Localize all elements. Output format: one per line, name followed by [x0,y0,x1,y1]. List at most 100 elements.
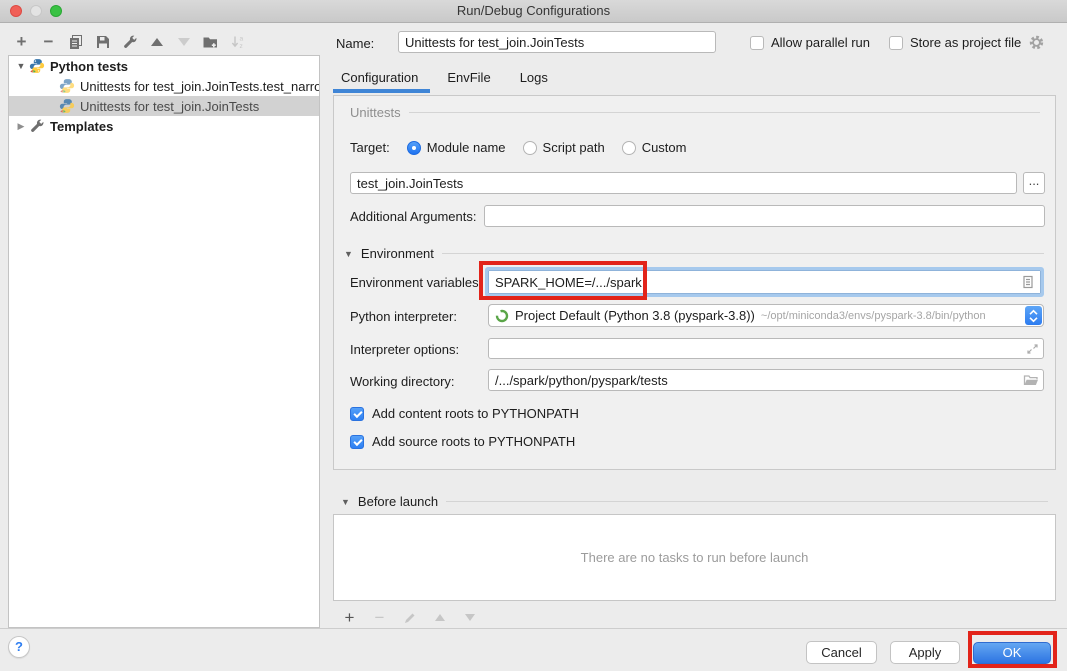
tree-item-test-narrow[interactable]: Unittests for test_join.JoinTests.test_n… [9,76,319,96]
checkbox-unchecked-icon[interactable] [750,36,764,50]
minus-icon: − [44,34,54,50]
checkbox-checked-icon[interactable] [350,407,364,421]
radio-unselected-icon[interactable] [622,141,636,155]
minus-icon: − [375,610,385,626]
svg-text:z: z [239,43,242,50]
before-launch-task-list[interactable]: There are no tasks to run before launch [333,514,1056,601]
target-radio-group: Target: Module name Script path Custom [350,140,686,155]
radio-unselected-icon[interactable] [523,141,537,155]
cancel-button[interactable]: Cancel [806,641,877,664]
apply-button[interactable]: Apply [890,641,960,664]
plus-icon: + [345,610,355,626]
python-test-icon [59,78,75,94]
allow-parallel-run-label: Allow parallel run [771,35,870,50]
help-button[interactable]: ? [8,636,30,658]
add-task-button[interactable]: + [341,609,358,626]
expand-field-icon[interactable] [1026,342,1039,355]
allow-parallel-run-checkbox[interactable]: Allow parallel run [750,35,870,50]
radio-selected-icon[interactable] [407,141,421,155]
edit-task-button[interactable] [401,609,418,626]
store-options-gear-button[interactable] [1028,34,1045,51]
dropdown-stepper-icon[interactable] [1025,306,1042,325]
environment-group-header[interactable]: ▼ Environment [344,246,1044,261]
radio-script-path-label: Script path [543,140,605,155]
title-bar: Run/Debug Configurations [0,0,1067,23]
working-directory-field [488,369,1044,391]
unittests-group-header: Unittests [350,105,1040,120]
tree-item-label: Python tests [50,59,128,74]
store-as-project-file-checkbox[interactable]: Store as project file [889,35,1021,50]
expand-arrow-icon[interactable]: ▼ [13,61,29,71]
copy-icon [68,34,84,50]
checkbox-unchecked-icon[interactable] [889,36,903,50]
arrow-down-icon [178,38,190,46]
remove-configuration-button[interactable]: − [40,33,57,50]
python-interpreter-select[interactable]: Project Default (Python 3.8 (pyspark-3.8… [488,304,1044,327]
name-input[interactable] [398,31,716,53]
tree-item-python-tests[interactable]: ▼ Python tests [9,56,319,76]
before-launch-toolbar: + − [341,609,478,626]
folder-plus-icon [202,34,219,50]
group-divider [446,501,1048,502]
target-input[interactable] [350,172,1017,194]
sort-configurations-button[interactable]: az [229,33,246,50]
tab-envfile[interactable]: EnvFile [447,70,490,85]
configuration-panel: Unittests Target: Module name Script pat… [333,95,1056,470]
new-folder-button[interactable] [202,33,219,50]
arrow-up-icon [435,614,445,621]
move-up-button[interactable] [148,33,165,50]
conda-environment-icon [495,309,509,323]
checkbox-checked-icon[interactable] [350,435,364,449]
edit-templates-button[interactable] [121,33,138,50]
tree-item-label: Unittests for test_join.JoinTests [80,99,259,114]
copy-configuration-button[interactable] [67,33,84,50]
tab-logs[interactable]: Logs [520,70,548,85]
python-tests-icon [29,58,45,74]
radio-module-name[interactable]: Module name [407,140,506,155]
tab-configuration[interactable]: Configuration [341,70,418,85]
save-configuration-button[interactable] [94,33,111,50]
move-task-up-button[interactable] [431,609,448,626]
radio-custom-label: Custom [642,140,687,155]
before-launch-empty-text: There are no tasks to run before launch [581,550,809,565]
collapse-triangle-icon[interactable]: ▼ [341,497,350,507]
remove-task-button[interactable]: − [371,609,388,626]
working-directory-input[interactable] [488,369,1044,391]
radio-custom[interactable]: Custom [622,140,687,155]
collapse-triangle-icon[interactable]: ▼ [344,249,353,259]
python-interpreter-label: Python interpreter: [350,309,457,324]
radio-module-name-label: Module name [427,140,506,155]
interpreter-options-input[interactable] [488,338,1044,359]
annotation-highlight-env-vars [479,261,647,300]
browse-folder-icon[interactable] [1023,373,1039,387]
save-icon [95,34,111,50]
add-content-roots-checkbox[interactable]: Add content roots to PYTHONPATH [350,406,579,421]
add-configuration-button[interactable]: + [13,33,30,50]
before-launch-header[interactable]: ▼ Before launch [341,494,1048,509]
svg-text:a: a [239,35,243,42]
footer-divider [0,628,1067,629]
templates-wrench-icon [29,118,45,134]
browse-target-button[interactable]: ... [1023,172,1045,194]
env-vars-editor-icon[interactable] [1021,275,1035,289]
pencil-icon [403,611,417,625]
collapse-arrow-icon[interactable]: ▶ [13,121,29,132]
window-title: Run/Debug Configurations [0,3,1067,18]
add-source-roots-checkbox[interactable]: Add source roots to PYTHONPATH [350,434,575,449]
target-label: Target: [350,140,390,155]
tree-item-jointests-selected[interactable]: Unittests for test_join.JoinTests [9,96,319,116]
group-divider [409,112,1040,113]
unittests-group-label: Unittests [350,105,401,120]
python-interpreter-path: ~/opt/miniconda3/envs/pyspark-3.8/bin/py… [761,310,986,322]
additional-arguments-input[interactable] [484,205,1045,227]
active-tab-underline [333,89,430,93]
name-label: Name: [336,36,374,51]
move-down-button[interactable] [175,33,192,50]
tree-item-templates[interactable]: ▶ Templates [9,116,319,136]
configurations-toolbar: + − az [13,33,246,50]
move-task-down-button[interactable] [461,609,478,626]
additional-arguments-label: Additional Arguments: [350,209,476,224]
radio-script-path[interactable]: Script path [523,140,605,155]
tree-item-label: Unittests for test_join.JoinTests.test_n… [80,79,319,94]
wrench-icon [122,34,138,50]
